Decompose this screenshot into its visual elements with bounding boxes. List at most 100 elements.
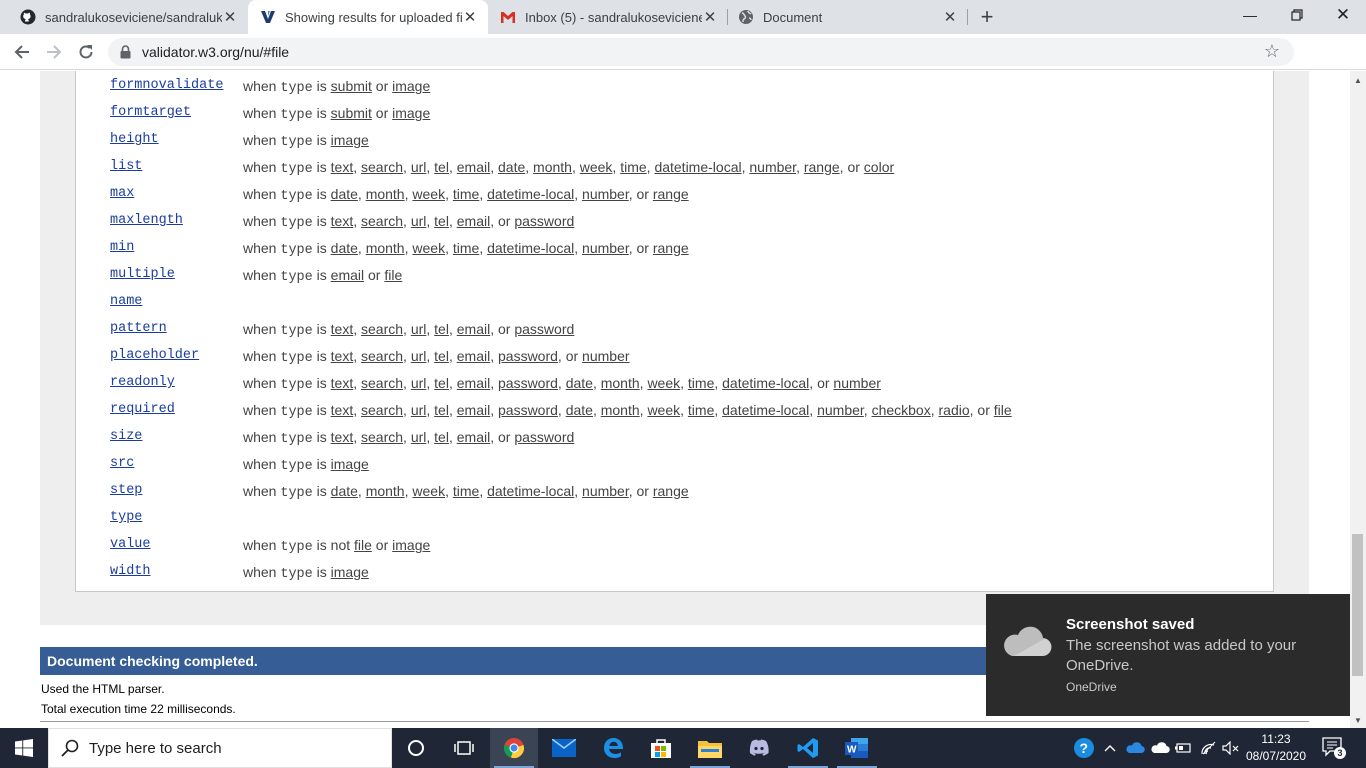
input-type-link[interactable]: email xyxy=(457,348,490,364)
bookmark-star-icon[interactable]: ☆ xyxy=(1264,41,1280,62)
input-type-link[interactable]: email xyxy=(457,213,490,229)
input-type-link[interactable]: url xyxy=(411,348,427,364)
input-type-link[interactable]: date xyxy=(331,483,358,499)
input-type-link[interactable]: image xyxy=(392,78,430,94)
input-type-link[interactable]: password xyxy=(498,348,558,364)
input-type-link[interactable]: search xyxy=(361,321,403,337)
action-center-icon[interactable]: 3 xyxy=(1318,736,1346,760)
file-explorer-icon[interactable] xyxy=(686,728,734,768)
attribute-name-link[interactable]: name xyxy=(110,294,142,309)
input-type-link[interactable]: number xyxy=(582,483,629,499)
show-hidden-icons-icon[interactable] xyxy=(1100,728,1120,768)
close-icon[interactable]: ✕ xyxy=(702,8,718,26)
restore-icon[interactable] xyxy=(1274,0,1320,30)
input-type-link[interactable]: datetime-local xyxy=(487,240,574,256)
attribute-name-link[interactable]: value xyxy=(110,537,151,552)
input-type-link[interactable]: tel xyxy=(434,159,449,175)
input-type-link[interactable]: image xyxy=(331,564,369,580)
input-type-link[interactable]: number xyxy=(817,402,864,418)
tab-github[interactable]: sandralukoseviciene/sandralukos ✕ xyxy=(0,0,248,34)
mail-icon[interactable] xyxy=(540,728,588,768)
input-type-link[interactable]: submit xyxy=(331,105,372,121)
input-type-link[interactable]: time xyxy=(688,375,714,391)
input-type-link[interactable]: month xyxy=(601,402,640,418)
input-type-link[interactable]: password xyxy=(514,213,574,229)
vertical-scrollbar[interactable]: ▲ ▼ xyxy=(1350,71,1366,728)
attribute-name-link[interactable]: size xyxy=(110,429,142,444)
input-type-link[interactable]: week xyxy=(580,159,613,175)
task-view-icon[interactable] xyxy=(440,728,488,768)
input-type-link[interactable]: date xyxy=(566,402,593,418)
tab-document[interactable]: Document ✕ xyxy=(728,0,968,34)
attribute-name-link[interactable]: maxlength xyxy=(110,213,183,228)
input-type-link[interactable]: password xyxy=(498,402,558,418)
address-bar[interactable]: validator.w3.org/nu/#file ☆ xyxy=(108,38,1294,66)
new-tab-icon[interactable]: + xyxy=(977,4,997,30)
input-type-link[interactable]: url xyxy=(411,429,427,445)
attribute-name-link[interactable]: src xyxy=(110,456,134,471)
input-type-link[interactable]: time xyxy=(453,186,479,202)
input-type-link[interactable]: date xyxy=(331,186,358,202)
scrollbar-thumb[interactable] xyxy=(1352,534,1363,676)
input-type-link[interactable]: file xyxy=(994,402,1012,418)
input-type-link[interactable]: datetime-local xyxy=(722,402,809,418)
system-clock[interactable]: 11:23 08/07/2020 xyxy=(1245,731,1307,765)
vscode-icon[interactable] xyxy=(784,728,832,768)
input-type-link[interactable]: month xyxy=(366,240,405,256)
input-type-link[interactable]: month xyxy=(366,483,405,499)
input-type-link[interactable]: email xyxy=(457,429,490,445)
input-type-link[interactable]: email xyxy=(331,267,364,283)
input-type-link[interactable]: number xyxy=(582,240,629,256)
input-type-link[interactable]: text xyxy=(331,213,354,229)
input-type-link[interactable]: password xyxy=(498,375,558,391)
url-text[interactable]: validator.w3.org/nu/#file xyxy=(142,44,289,60)
input-type-link[interactable]: email xyxy=(457,402,490,418)
input-type-link[interactable]: text xyxy=(331,429,354,445)
store-icon[interactable] xyxy=(637,728,685,768)
input-type-link[interactable]: url xyxy=(411,213,427,229)
attribute-name-link[interactable]: width xyxy=(110,564,151,579)
attribute-name-link[interactable]: pattern xyxy=(110,321,167,336)
input-type-link[interactable]: date xyxy=(331,240,358,256)
cortana-icon[interactable] xyxy=(392,728,440,768)
input-type-link[interactable]: search xyxy=(361,402,403,418)
input-type-link[interactable]: search xyxy=(361,213,403,229)
onedrive-blue-icon[interactable] xyxy=(1123,728,1147,768)
window-close-icon[interactable]: ✕ xyxy=(1320,0,1366,30)
input-type-link[interactable]: password xyxy=(514,321,574,337)
attribute-name-link[interactable]: type xyxy=(110,510,142,525)
input-type-link[interactable]: month xyxy=(366,186,405,202)
input-type-link[interactable]: number xyxy=(582,348,629,364)
input-type-link[interactable]: datetime-local xyxy=(722,375,809,391)
input-type-link[interactable]: month xyxy=(533,159,572,175)
onedrive-white-icon[interactable] xyxy=(1148,728,1172,768)
edge-icon[interactable] xyxy=(589,728,637,768)
volume-muted-icon[interactable] xyxy=(1220,728,1242,768)
attribute-name-link[interactable]: placeholder xyxy=(110,348,199,363)
input-type-link[interactable]: text xyxy=(331,348,354,364)
help-icon[interactable]: ? xyxy=(1071,728,1097,768)
input-type-link[interactable]: file xyxy=(354,537,372,553)
input-type-link[interactable]: image xyxy=(331,456,369,472)
chrome-icon[interactable] xyxy=(490,728,538,768)
tab-gmail[interactable]: Inbox (5) - sandralukoseviciene9 ✕ xyxy=(488,0,728,34)
attribute-name-link[interactable]: max xyxy=(110,186,134,201)
tab-validator[interactable]: Showing results for uploaded file ✕ xyxy=(248,0,488,34)
input-type-link[interactable]: url xyxy=(411,402,427,418)
input-type-link[interactable]: time xyxy=(453,483,479,499)
close-icon[interactable]: ✕ xyxy=(222,8,238,26)
lock-icon[interactable] xyxy=(120,45,131,59)
input-type-link[interactable]: datetime-local xyxy=(487,483,574,499)
battery-icon[interactable] xyxy=(1172,728,1194,768)
input-type-link[interactable]: range xyxy=(653,240,689,256)
input-type-link[interactable]: range xyxy=(653,483,689,499)
input-type-link[interactable]: checkbox xyxy=(872,402,931,418)
input-type-link[interactable]: time xyxy=(453,240,479,256)
wifi-icon[interactable] xyxy=(1197,728,1219,768)
input-type-link[interactable]: tel xyxy=(434,213,449,229)
input-type-link[interactable]: number xyxy=(749,159,796,175)
input-type-link[interactable]: image xyxy=(392,537,430,553)
input-type-link[interactable]: url xyxy=(411,159,427,175)
attribute-name-link[interactable]: step xyxy=(110,483,142,498)
input-type-link[interactable]: color xyxy=(864,159,894,175)
